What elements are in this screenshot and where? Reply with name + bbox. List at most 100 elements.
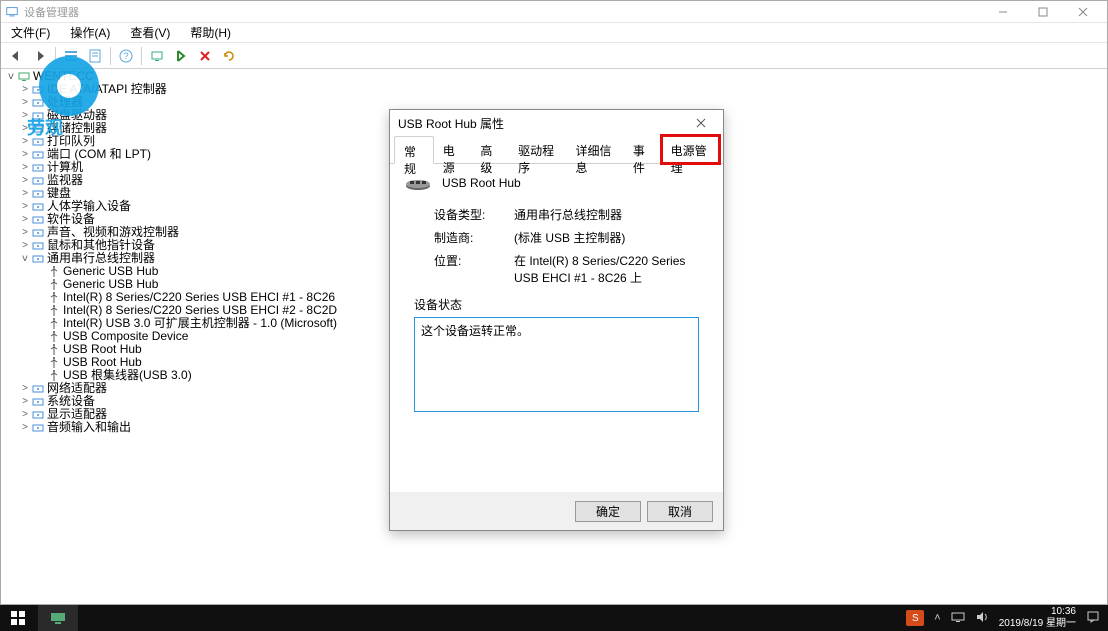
tab-power[interactable]: 电源	[434, 136, 472, 163]
device-category-icon	[31, 421, 45, 435]
chevron-icon[interactable]: >	[19, 227, 31, 239]
properties-icon[interactable]	[84, 45, 106, 67]
device-manager-window: 设备管理器 文件(F) 操作(A) 查看(V) 帮助(H) ? ⅴWENTECC…	[0, 0, 1108, 605]
value-manufacturer: (标准 USB 主控制器)	[514, 229, 625, 246]
device-category-icon	[31, 239, 45, 253]
tree-item[interactable]: > 音频输入和输出	[3, 421, 403, 434]
device-category-icon	[31, 135, 45, 149]
start-button[interactable]	[0, 605, 36, 631]
computer-icon	[17, 70, 31, 84]
titlebar[interactable]: 设备管理器	[1, 1, 1107, 23]
device-category-icon	[31, 174, 45, 188]
device-category-icon	[31, 213, 45, 227]
chevron-icon[interactable]: >	[19, 201, 31, 213]
usb-device-icon	[47, 291, 61, 305]
usb-device-icon	[47, 317, 61, 331]
chevron-icon[interactable]: >	[19, 110, 31, 122]
chevron-icon[interactable]: >	[19, 162, 31, 174]
forward-button[interactable]	[29, 45, 51, 67]
chevron-icon[interactable]: >	[19, 188, 31, 200]
device-category-icon	[31, 408, 45, 422]
chevron-icon[interactable]: ⅴ	[19, 253, 31, 265]
menubar: 文件(F) 操作(A) 查看(V) 帮助(H)	[1, 23, 1107, 43]
separator	[141, 47, 142, 65]
chevron-icon[interactable]: >	[19, 175, 31, 187]
device-category-icon	[31, 83, 45, 97]
device-category-icon	[31, 148, 45, 162]
minimize-button[interactable]	[983, 1, 1023, 23]
taskbar-app-devmgr[interactable]	[38, 605, 78, 631]
menu-file[interactable]: 文件(F)	[7, 22, 54, 43]
dialog-title: USB Root Hub 属性	[398, 115, 687, 132]
device-category-icon	[31, 200, 45, 214]
close-button[interactable]	[1063, 1, 1103, 23]
chevron-icon[interactable]: >	[19, 214, 31, 226]
chevron-down-icon[interactable]: ⅴ	[5, 71, 17, 83]
device-category-icon	[31, 109, 45, 123]
dialog-footer: 确定 取消	[390, 492, 723, 530]
device-category-icon	[31, 96, 45, 110]
dialog-close-button[interactable]	[687, 112, 715, 134]
enable-icon[interactable]	[170, 45, 192, 67]
menu-view[interactable]: 查看(V)	[126, 22, 174, 43]
clock-date: 2019/8/19 星期一	[999, 618, 1076, 630]
tray-chevron-up-icon[interactable]: ˄	[934, 612, 940, 624]
help-icon[interactable]: ?	[115, 45, 137, 67]
dialog-tabs: 常规 电源 高级 驱动程序 详细信息 事件 电源管理	[390, 136, 723, 164]
usb-device-icon	[47, 330, 61, 344]
menu-help[interactable]: 帮助(H)	[186, 22, 235, 43]
chevron-icon[interactable]: >	[19, 240, 31, 252]
ime-indicator[interactable]: S	[906, 610, 924, 626]
tab-events[interactable]: 事件	[624, 136, 662, 163]
back-button[interactable]	[5, 45, 27, 67]
svg-text:?: ?	[123, 51, 128, 61]
separator	[110, 47, 111, 65]
device-category-icon	[31, 226, 45, 240]
tab-power-management[interactable]: 电源管理	[662, 136, 719, 163]
taskbar[interactable]: S ˄ 10:36 2019/8/19 星期一	[0, 605, 1108, 631]
details-icon[interactable]	[60, 45, 82, 67]
chevron-icon[interactable]: >	[19, 84, 31, 96]
chevron-icon[interactable]: >	[19, 422, 31, 434]
update-icon[interactable]	[218, 45, 240, 67]
volume-icon[interactable]	[975, 610, 989, 627]
ok-button[interactable]: 确定	[575, 501, 641, 522]
device-category-icon	[31, 161, 45, 175]
scan-icon[interactable]	[146, 45, 168, 67]
device-name: USB Root Hub	[442, 176, 521, 190]
usb-device-icon	[47, 356, 61, 370]
chevron-icon[interactable]: >	[19, 383, 31, 395]
chevron-icon[interactable]: >	[19, 396, 31, 408]
tab-details[interactable]: 详细信息	[567, 136, 624, 163]
tab-advanced[interactable]: 高级	[471, 136, 509, 163]
device-category-icon	[31, 382, 45, 396]
value-location: 在 Intel(R) 8 Series/C220 Series USB EHCI…	[514, 252, 694, 286]
label-manufacturer: 制造商:	[434, 229, 514, 246]
dialog-titlebar[interactable]: USB Root Hub 属性	[390, 110, 723, 136]
chevron-icon[interactable]: >	[19, 409, 31, 421]
usb-device-icon	[47, 278, 61, 292]
dialog-body: USB Root Hub 设备类型:通用串行总线控制器 制造商:(标准 USB …	[390, 164, 723, 492]
tab-driver[interactable]: 驱动程序	[509, 136, 566, 163]
menu-action[interactable]: 操作(A)	[66, 22, 114, 43]
usb-device-icon	[47, 304, 61, 318]
chevron-icon[interactable]: >	[19, 149, 31, 161]
chevron-icon[interactable]: >	[19, 97, 31, 109]
cancel-button[interactable]: 取消	[647, 501, 713, 522]
label-location: 位置:	[434, 252, 514, 286]
chevron-icon[interactable]: >	[19, 136, 31, 148]
device-status-box[interactable]: 这个设备运转正常。	[414, 317, 699, 412]
label-device-type: 设备类型:	[434, 206, 514, 223]
clock[interactable]: 10:36 2019/8/19 星期一	[999, 606, 1076, 630]
tree-item-label: 音频输入和输出	[47, 421, 131, 434]
action-center-icon[interactable]	[1086, 610, 1100, 627]
toolbar: ?	[1, 43, 1107, 69]
uninstall-icon[interactable]	[194, 45, 216, 67]
tab-general[interactable]: 常规	[394, 136, 434, 164]
chevron-icon[interactable]: >	[19, 123, 31, 135]
maximize-button[interactable]	[1023, 1, 1063, 23]
system-tray: S ˄ 10:36 2019/8/19 星期一	[898, 606, 1108, 630]
label-device-status: 设备状态	[414, 296, 709, 313]
device-tree[interactable]: ⅴWENTECC >IDE ATA/ATAPI 控制器>处理器>磁盘驱动器>存储…	[3, 70, 403, 434]
network-icon[interactable]	[951, 610, 965, 627]
